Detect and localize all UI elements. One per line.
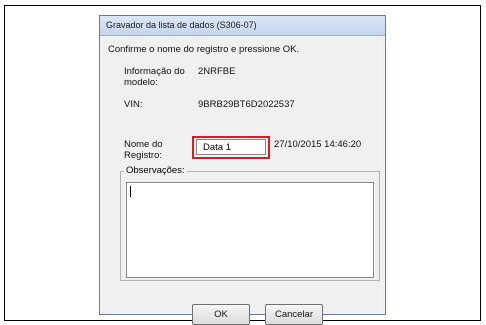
record-name-highlight [192, 136, 270, 159]
model-info-value: 2NRFBE [198, 66, 236, 77]
vin-label: VIN: [124, 99, 143, 110]
data-list-recorder-dialog: Gravador da lista de dados (S306-07) Con… [99, 15, 386, 325]
dialog-content: Confirme o nome do registro e pressione … [102, 36, 383, 325]
record-name-label: Nome do Registro: [124, 139, 163, 160]
record-name-label-wrap: Nome do Registro: [124, 139, 179, 160]
instruction-text: Confirme o nome do registro e pressione … [108, 44, 300, 55]
notes-label: Observações: [124, 165, 187, 176]
cancel-button[interactable]: Cancelar [265, 304, 323, 325]
dialog-title: Gravador da lista de dados (S306-07) [106, 20, 257, 30]
vin-value: 9BRB29BT6D2022537 [198, 99, 295, 110]
notes-textarea[interactable] [126, 182, 374, 278]
text-caret [130, 186, 131, 197]
title-bar[interactable]: Gravador da lista de dados (S306-07) [100, 16, 385, 36]
timestamp-text: 27/10/2015 14:46:20 [274, 139, 362, 150]
ok-button[interactable]: OK [192, 304, 250, 325]
model-info-label: Informação do modelo: [124, 66, 185, 88]
